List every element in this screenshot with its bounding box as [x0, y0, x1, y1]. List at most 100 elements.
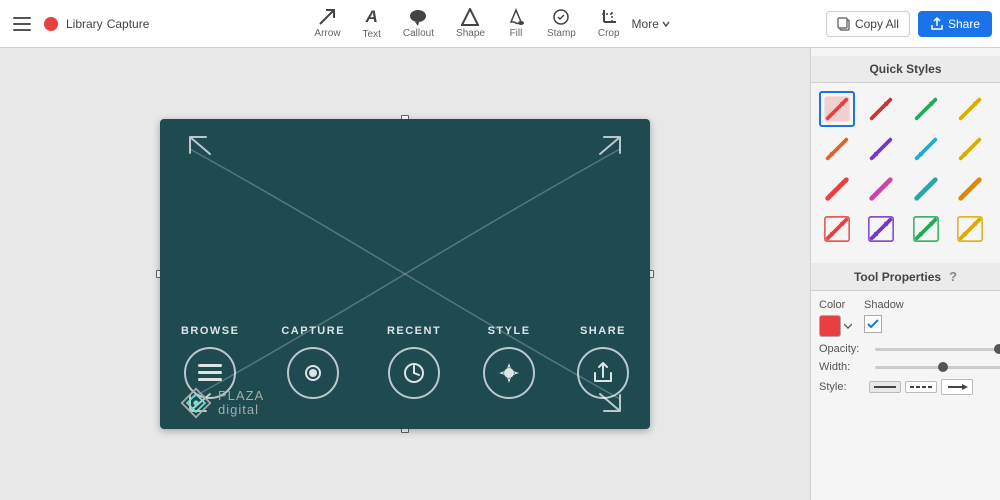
color-swatch[interactable]: [819, 315, 841, 337]
color-shadow-row: Color Shadow: [819, 299, 992, 337]
tool-shape[interactable]: Shape: [446, 4, 495, 43]
arrow-icon: [318, 8, 336, 26]
style-item-4[interactable]: [819, 131, 855, 167]
tool-callout[interactable]: Callout: [393, 4, 444, 43]
capture-link[interactable]: Capture: [107, 17, 150, 31]
share-button[interactable]: Share: [918, 11, 992, 37]
style-item-6[interactable]: [908, 131, 944, 167]
share-icon: [930, 17, 944, 31]
nav-item-recent[interactable]: RECENT: [387, 325, 441, 399]
share-label: Share: [948, 17, 980, 31]
callout-label: Callout: [403, 28, 434, 39]
help-button[interactable]: ?: [949, 269, 957, 284]
style-item-9[interactable]: [863, 171, 899, 207]
width-slider[interactable]: [875, 366, 1000, 369]
line-style-solid[interactable]: [869, 381, 901, 393]
tool-stamp[interactable]: Stamp: [537, 4, 586, 43]
style-item-11[interactable]: [952, 171, 988, 207]
style-item-10[interactable]: [908, 171, 944, 207]
crop-label: Crop: [598, 28, 620, 39]
tool-text[interactable]: A Text: [353, 3, 391, 44]
width-row: Width: 11pt: [819, 361, 992, 373]
style-item-13[interactable]: [863, 211, 899, 247]
opacity-label: Opacity:: [819, 343, 869, 355]
shape-label: Shape: [456, 28, 485, 39]
right-panel: Quick Styles: [810, 48, 1000, 500]
crop-icon: [600, 8, 618, 26]
quick-styles-grid: [819, 91, 992, 247]
capture-label: CAPTURE: [281, 325, 345, 337]
shape-icon: [461, 8, 479, 26]
shadow-col: Shadow: [864, 299, 904, 337]
share-nav-label: SHARE: [580, 325, 626, 337]
quick-styles-title: Quick Styles: [811, 56, 1000, 83]
logo-text: PLAZA digital: [218, 389, 264, 418]
image-card: BROWSE CAPTURE: [160, 119, 650, 429]
chevron-down-icon: [661, 19, 671, 29]
style-item-15[interactable]: [952, 211, 988, 247]
browse-label: BROWSE: [181, 325, 240, 337]
share-nav-icon: [577, 347, 629, 399]
style-item-12[interactable]: [819, 211, 855, 247]
canvas-area[interactable]: BROWSE CAPTURE: [0, 48, 810, 500]
record-button[interactable]: [44, 17, 58, 31]
toolbar-center: Arrow A Text Callout Shape Fill: [153, 3, 822, 44]
nav-item-style[interactable]: STYLE: [483, 325, 535, 399]
style-label: Style:: [819, 381, 869, 393]
tool-properties-section: Tool Properties ? Color Shadow: [811, 255, 1000, 409]
toolbar: Library Capture Arrow A Text Callout: [0, 0, 1000, 48]
toolbar-left: Library Capture: [8, 10, 149, 38]
style-item-14[interactable]: [908, 211, 944, 247]
stamp-icon: [552, 8, 570, 26]
color-col: Color: [819, 299, 852, 337]
stamp-label: Stamp: [547, 28, 576, 39]
style-selectors: [869, 379, 973, 395]
style-item-2[interactable]: [908, 91, 944, 127]
tool-arrow[interactable]: Arrow: [304, 4, 350, 43]
main-area: BROWSE CAPTURE: [0, 48, 1000, 500]
copy-all-label: Copy All: [855, 17, 899, 31]
nav-item-share[interactable]: SHARE: [577, 325, 629, 399]
copy-icon: [837, 17, 851, 31]
arrow-end-selector[interactable]: [941, 379, 973, 395]
style-item-0[interactable]: [819, 91, 855, 127]
tool-props-title: Tool Properties ?: [811, 263, 1000, 291]
fill-label: Fill: [510, 28, 523, 39]
fill-icon: [507, 8, 525, 26]
text-icon: A: [366, 7, 378, 27]
style-label: STYLE: [488, 325, 531, 337]
menu-button[interactable]: [8, 10, 36, 38]
logo-icon: [180, 387, 212, 419]
shadow-label: Shadow: [864, 299, 904, 311]
arrow-label: Arrow: [314, 28, 340, 39]
style-item-8[interactable]: [819, 171, 855, 207]
library-capture-nav: Library Capture: [66, 17, 149, 31]
more-label: More: [632, 17, 659, 31]
nav-item-capture[interactable]: CAPTURE: [281, 325, 345, 399]
style-item-1[interactable]: [863, 91, 899, 127]
tool-crop[interactable]: Crop: [588, 4, 630, 43]
quick-styles-section: Quick Styles: [811, 48, 1000, 255]
style-row: Style:: [819, 379, 992, 395]
shadow-checkbox[interactable]: [864, 315, 882, 333]
toolbar-right: Copy All Share: [826, 11, 992, 37]
capture-icon: [287, 347, 339, 399]
color-dropdown-icon[interactable]: [844, 323, 852, 329]
style-icon: [483, 347, 535, 399]
recent-icon: [388, 347, 440, 399]
width-label: Width:: [819, 361, 869, 373]
opacity-slider[interactable]: [875, 348, 1000, 351]
callout-icon: [409, 8, 427, 26]
style-item-3[interactable]: [952, 91, 988, 127]
library-link[interactable]: Library: [66, 17, 103, 31]
color-label: Color: [819, 299, 845, 311]
style-item-7[interactable]: [952, 131, 988, 167]
recent-label: RECENT: [387, 325, 441, 337]
text-label: Text: [363, 29, 381, 40]
opacity-row: Opacity: 100%: [819, 343, 992, 355]
tool-fill[interactable]: Fill: [497, 4, 535, 43]
more-button[interactable]: More: [632, 17, 671, 31]
style-item-5[interactable]: [863, 131, 899, 167]
line-style-dashed[interactable]: [905, 381, 937, 393]
copy-all-button[interactable]: Copy All: [826, 11, 910, 37]
